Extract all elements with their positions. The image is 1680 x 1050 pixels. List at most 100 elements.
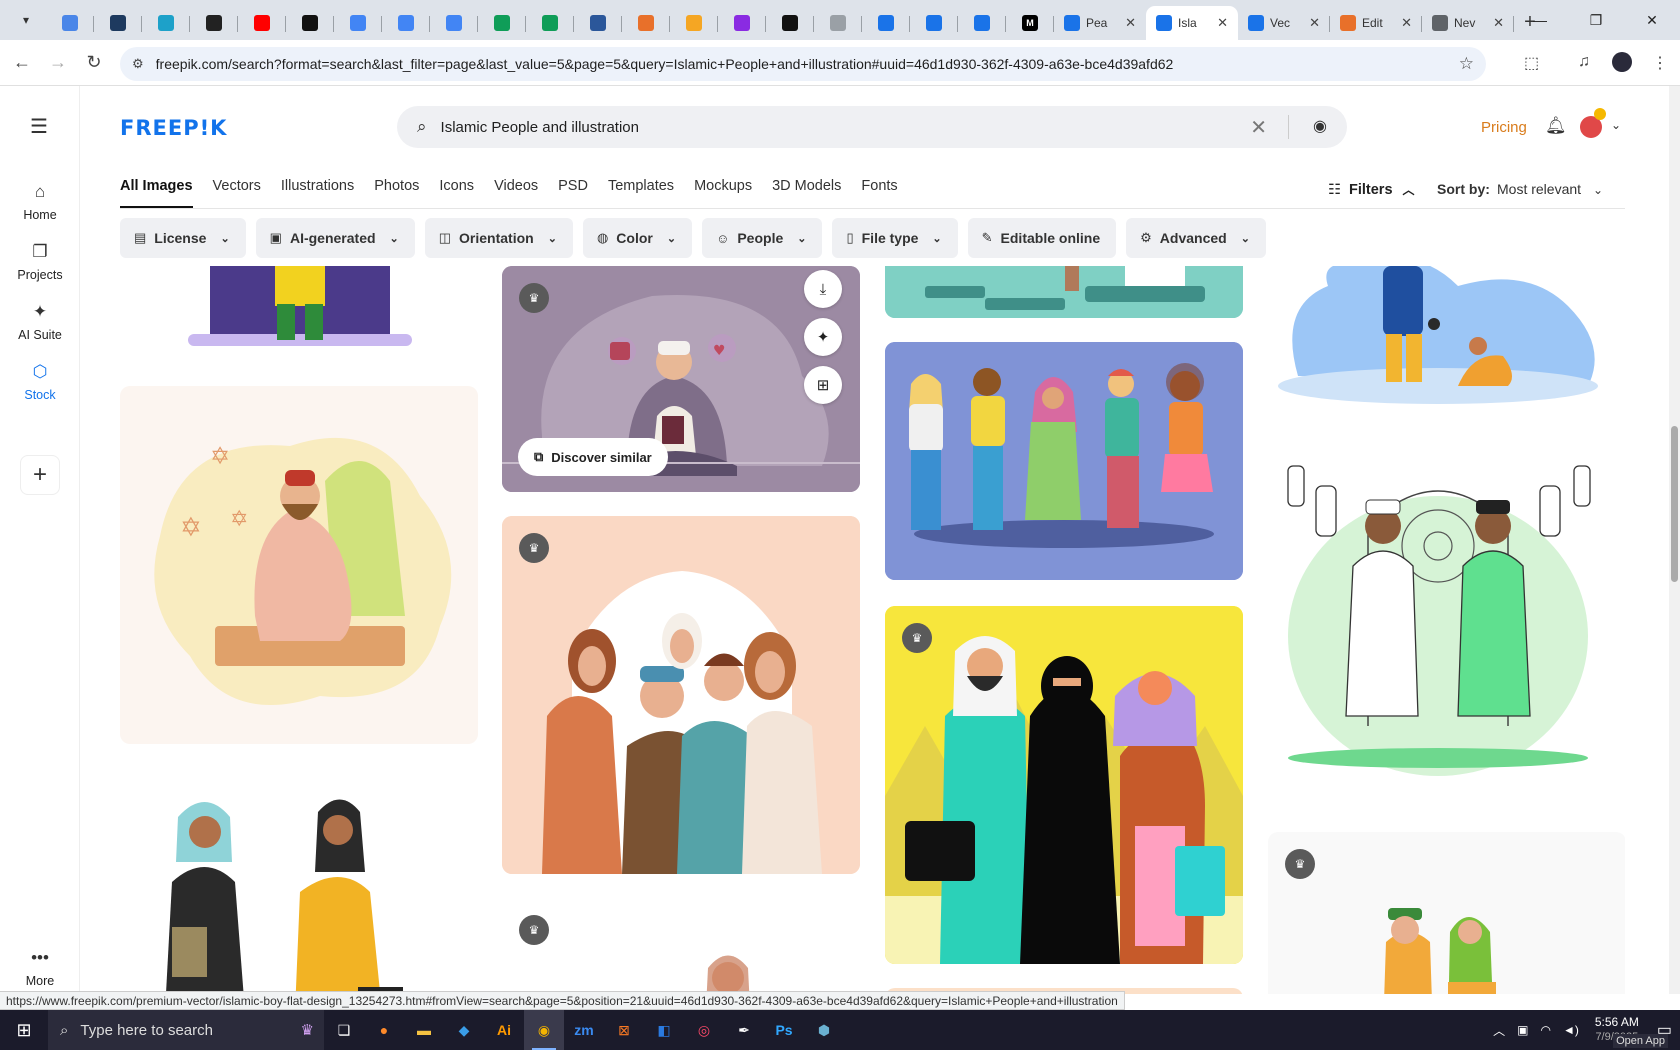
- filter-chip-advanced[interactable]: ⚙ Advanced ⌄: [1126, 218, 1266, 258]
- browser-tab[interactable]: Isla ✕: [1146, 6, 1238, 40]
- tab-close-icon[interactable]: ✕: [1309, 15, 1320, 31]
- download-button[interactable]: ⤓: [804, 270, 842, 308]
- task-view-icon[interactable]: ❏: [324, 1010, 364, 1050]
- omnibox[interactable]: ⚙ freepik.com/search?format=search&last_…: [120, 47, 1486, 81]
- xampp-icon[interactable]: ⊠: [604, 1010, 644, 1050]
- file-explorer-icon[interactable]: ▬: [404, 1010, 444, 1050]
- chrome-icon[interactable]: ◉: [524, 1010, 564, 1050]
- result-card[interactable]: ♛: [885, 606, 1243, 964]
- tab-3d-models[interactable]: 3D Models: [772, 178, 841, 208]
- tab-vectors[interactable]: Vectors: [213, 178, 261, 208]
- result-card[interactable]: [885, 342, 1243, 580]
- sidebar-item-home[interactable]: ⌂ Home: [0, 182, 80, 222]
- chevron-down-icon[interactable]: ⌄: [1611, 118, 1621, 132]
- clear-search-icon[interactable]: ✕: [1250, 115, 1267, 140]
- page-scrollbar[interactable]: [1669, 86, 1680, 994]
- tab-fonts[interactable]: Fonts: [861, 178, 897, 208]
- result-card[interactable]: ♛: [502, 516, 860, 874]
- hamburger-menu-icon[interactable]: ☰: [30, 114, 48, 139]
- firefox-icon[interactable]: ●: [364, 1010, 404, 1050]
- sidebar-item-projects[interactable]: ❐ Projects: [0, 242, 80, 282]
- tab-close-icon[interactable]: ✕: [1217, 15, 1228, 31]
- close-window-button[interactable]: ✕: [1624, 0, 1680, 40]
- notification-bell-icon[interactable]: 🔔︎: [1545, 116, 1567, 136]
- browser-tab[interactable]: [718, 6, 766, 40]
- tab-close-icon[interactable]: ✕: [1493, 15, 1504, 31]
- browser-tab[interactable]: [622, 6, 670, 40]
- minimize-button[interactable]: —: [1512, 0, 1568, 40]
- create-plus-button[interactable]: +: [20, 455, 60, 495]
- filter-chip-color[interactable]: ◍ Color ⌄: [582, 218, 693, 258]
- browser-tab[interactable]: Pea ✕: [1054, 6, 1146, 40]
- creative-cloud-icon[interactable]: ◎: [684, 1010, 724, 1050]
- filter-chip-file-type[interactable]: ▯ File type ⌄: [832, 218, 958, 258]
- tab-mockups[interactable]: Mockups: [694, 178, 752, 208]
- photoshop-icon[interactable]: Ps: [764, 1010, 804, 1050]
- back-button[interactable]: ←: [4, 45, 40, 81]
- pricing-link[interactable]: Pricing: [1481, 119, 1527, 136]
- freepik-logo[interactable]: FREEP!K: [120, 116, 227, 140]
- browser-tab[interactable]: [958, 6, 1006, 40]
- browser-tab[interactable]: [238, 6, 286, 40]
- result-card[interactable]: [120, 772, 478, 994]
- browser-tab[interactable]: [190, 6, 238, 40]
- result-card[interactable]: ♥ ♛ ⤓ ✦ ⊞ ⧉ Discover similar: [502, 266, 860, 492]
- tab-psd[interactable]: PSD: [558, 178, 588, 208]
- browser-tab[interactable]: [334, 6, 382, 40]
- wifi-icon[interactable]: ◠: [1540, 1023, 1550, 1037]
- browser-tab[interactable]: [670, 6, 718, 40]
- filters-button[interactable]: ☷ Filters ︿: [1328, 181, 1415, 198]
- bookmark-star-icon[interactable]: ☆: [1459, 54, 1474, 74]
- windows-start-icon[interactable]: ⊞: [0, 1010, 48, 1050]
- url-text[interactable]: freepik.com/search?format=search&last_fi…: [156, 56, 1174, 72]
- tab-photos[interactable]: Photos: [374, 178, 419, 208]
- filter-chip-orientation[interactable]: ◫ Orientation ⌄: [424, 218, 573, 258]
- browser-tab[interactable]: [430, 6, 478, 40]
- media-controls-icon[interactable]: ♫: [1578, 53, 1590, 71]
- pen-tool-icon[interactable]: ✒: [724, 1010, 764, 1050]
- tab-search-button[interactable]: ▾: [12, 6, 40, 34]
- result-card[interactable]: [1268, 266, 1625, 410]
- browser-tab[interactable]: [910, 6, 958, 40]
- browser-tab[interactable]: [862, 6, 910, 40]
- tab-close-icon[interactable]: ✕: [1401, 15, 1412, 31]
- result-card[interactable]: ♛: [1268, 832, 1625, 994]
- tray-chevron-icon[interactable]: ︿: [1493, 1022, 1505, 1039]
- tab-icons[interactable]: Icons: [439, 178, 474, 208]
- illustrator-icon[interactable]: Ai: [484, 1010, 524, 1050]
- tab-templates[interactable]: Templates: [608, 178, 674, 208]
- outlook-icon[interactable]: ◧: [644, 1010, 684, 1050]
- sidebar-item-ai-suite[interactable]: ✦ AI Suite: [0, 302, 80, 342]
- browser-tab[interactable]: Nev ✕: [1422, 6, 1514, 40]
- reload-button[interactable]: ↻: [76, 45, 112, 81]
- result-card[interactable]: [885, 266, 1243, 318]
- browser-tab[interactable]: [286, 6, 334, 40]
- browser-tab[interactable]: [574, 6, 622, 40]
- app-hex-icon[interactable]: ⬢: [804, 1010, 844, 1050]
- browser-tab[interactable]: [46, 6, 94, 40]
- profile-avatar[interactable]: [1612, 52, 1632, 72]
- sidebar-more[interactable]: ••• More: [0, 948, 80, 988]
- volume-icon[interactable]: ◄): [1563, 1023, 1579, 1037]
- browser-tab[interactable]: [94, 6, 142, 40]
- tab-illustrations[interactable]: Illustrations: [281, 178, 354, 208]
- filter-chip-people[interactable]: ☺ People ⌄: [702, 218, 823, 258]
- browser-tab[interactable]: [478, 6, 526, 40]
- ai-edit-button[interactable]: ✦: [804, 318, 842, 356]
- filter-chip-editable-online[interactable]: ✎ Editable online: [967, 218, 1117, 258]
- filter-chip-ai-generated[interactable]: ▣ AI-generated ⌄: [255, 218, 415, 258]
- vscode-icon[interactable]: ◆: [444, 1010, 484, 1050]
- discover-similar-button[interactable]: ⧉ Discover similar: [518, 438, 668, 476]
- save-to-collection-button[interactable]: ⊞: [804, 366, 842, 404]
- filter-chip-license[interactable]: ▤ License ⌄: [120, 218, 246, 258]
- browser-tab[interactable]: Edit ✕: [1330, 6, 1422, 40]
- sort-dropdown[interactable]: Most relevant ⌄: [1497, 181, 1603, 197]
- network-icon[interactable]: ▣: [1517, 1023, 1528, 1037]
- taskbar-search[interactable]: ⌕ Type here to search ♛: [48, 1010, 324, 1050]
- browser-tab[interactable]: M: [1006, 6, 1054, 40]
- browser-tab[interactable]: [142, 6, 190, 40]
- result-card[interactable]: [1268, 436, 1625, 776]
- browser-menu-icon[interactable]: ⋮: [1652, 53, 1668, 73]
- result-card[interactable]: ✡ ✡ ✡: [120, 386, 478, 744]
- forward-button[interactable]: →: [40, 45, 76, 81]
